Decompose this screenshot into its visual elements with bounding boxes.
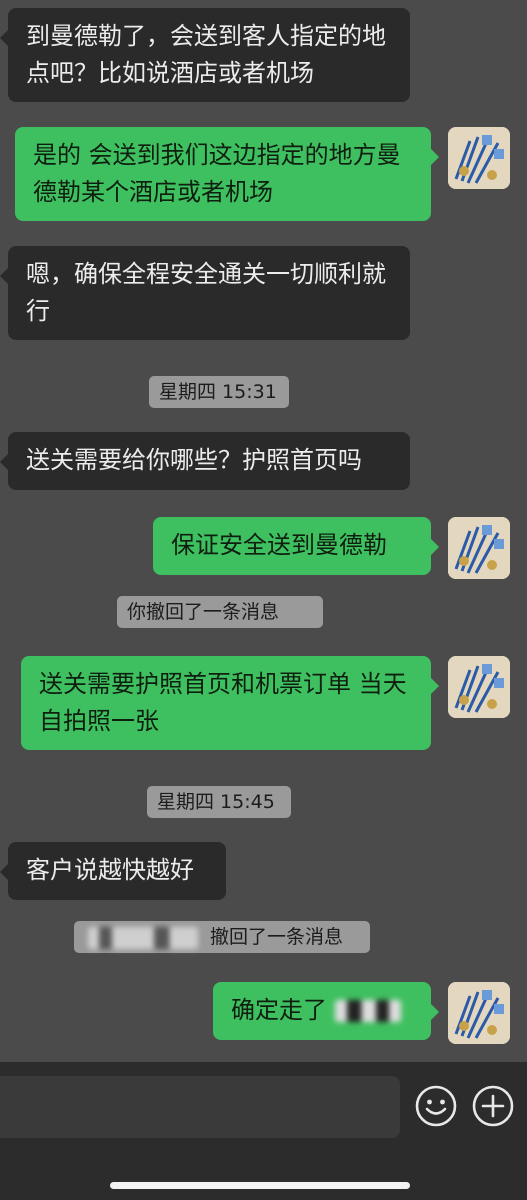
redacted-text — [334, 1000, 401, 1022]
avatar[interactable] — [448, 127, 510, 189]
message-bubble[interactable]: 到曼德勒了，会送到客人指定的地点吧？比如说酒店或者机场 — [0, 8, 410, 102]
recall-notice: 撤回了一条消息 — [74, 921, 370, 953]
plus-circle-icon — [472, 1085, 514, 1127]
home-indicator[interactable] — [110, 1182, 410, 1189]
message-bubble[interactable]: 送关需要给你哪些？护照首页吗 — [0, 432, 410, 490]
message-bubble[interactable]: 送关需要护照首页和机票订单 当天自拍照一张 — [21, 656, 439, 750]
message-text: 客户说越快越好 — [26, 856, 194, 884]
message-text: 送关需要护照首页和机票订单 当天自拍照一张 — [39, 670, 407, 735]
timestamp-text: 星期四 15:31 — [159, 381, 277, 403]
avatar[interactable] — [448, 517, 510, 579]
avatar-image — [448, 517, 510, 579]
add-button[interactable] — [471, 1084, 515, 1128]
message-text: 到曼德勒了，会送到客人指定的地点吧？比如说酒店或者机场 — [26, 22, 386, 87]
message-bubble[interactable]: 客户说越快越好 — [0, 842, 226, 900]
avatar-image — [448, 656, 510, 718]
message-bubble[interactable]: 嗯，确保全程安全通关一切顺利就行 — [0, 246, 410, 340]
timestamp-text: 星期四 15:45 — [157, 791, 275, 813]
message-bubble[interactable]: 确定走了 — [213, 982, 439, 1040]
message-bubble[interactable]: 是的 会送到我们这边指定的地方曼德勒某个酒店或者机场 — [15, 127, 439, 221]
redacted-name — [88, 926, 198, 949]
chat-area[interactable]: 到曼德勒了，会送到客人指定的地点吧？比如说酒店或者机场 是的 会送到我们这边指定… — [0, 0, 527, 1062]
message-input[interactable] — [0, 1076, 400, 1138]
recall-text: 撤回了一条消息 — [210, 926, 344, 948]
recall-text: 你撤回了一条消息 — [127, 601, 280, 623]
avatar[interactable] — [448, 656, 510, 718]
smiley-face-icon — [415, 1085, 457, 1127]
avatar-image — [448, 982, 510, 1044]
recall-notice: 你撤回了一条消息 — [117, 596, 323, 628]
message-text: 确定走了 — [231, 996, 327, 1024]
message-text: 是的 会送到我们这边指定的地方曼德勒某个酒店或者机场 — [33, 141, 401, 206]
message-text: 嗯，确保全程安全通关一切顺利就行 — [26, 260, 386, 325]
message-text: 送关需要给你哪些？护照首页吗 — [26, 446, 362, 474]
emoji-button[interactable] — [414, 1084, 458, 1128]
avatar[interactable] — [448, 982, 510, 1044]
message-text: 保证安全送到曼德勒 — [171, 531, 387, 559]
timestamp: 星期四 15:31 — [149, 376, 289, 408]
input-bar — [0, 1062, 527, 1200]
timestamp: 星期四 15:45 — [147, 786, 291, 818]
avatar-image — [448, 127, 510, 189]
message-bubble[interactable]: 保证安全送到曼德勒 — [153, 517, 439, 575]
